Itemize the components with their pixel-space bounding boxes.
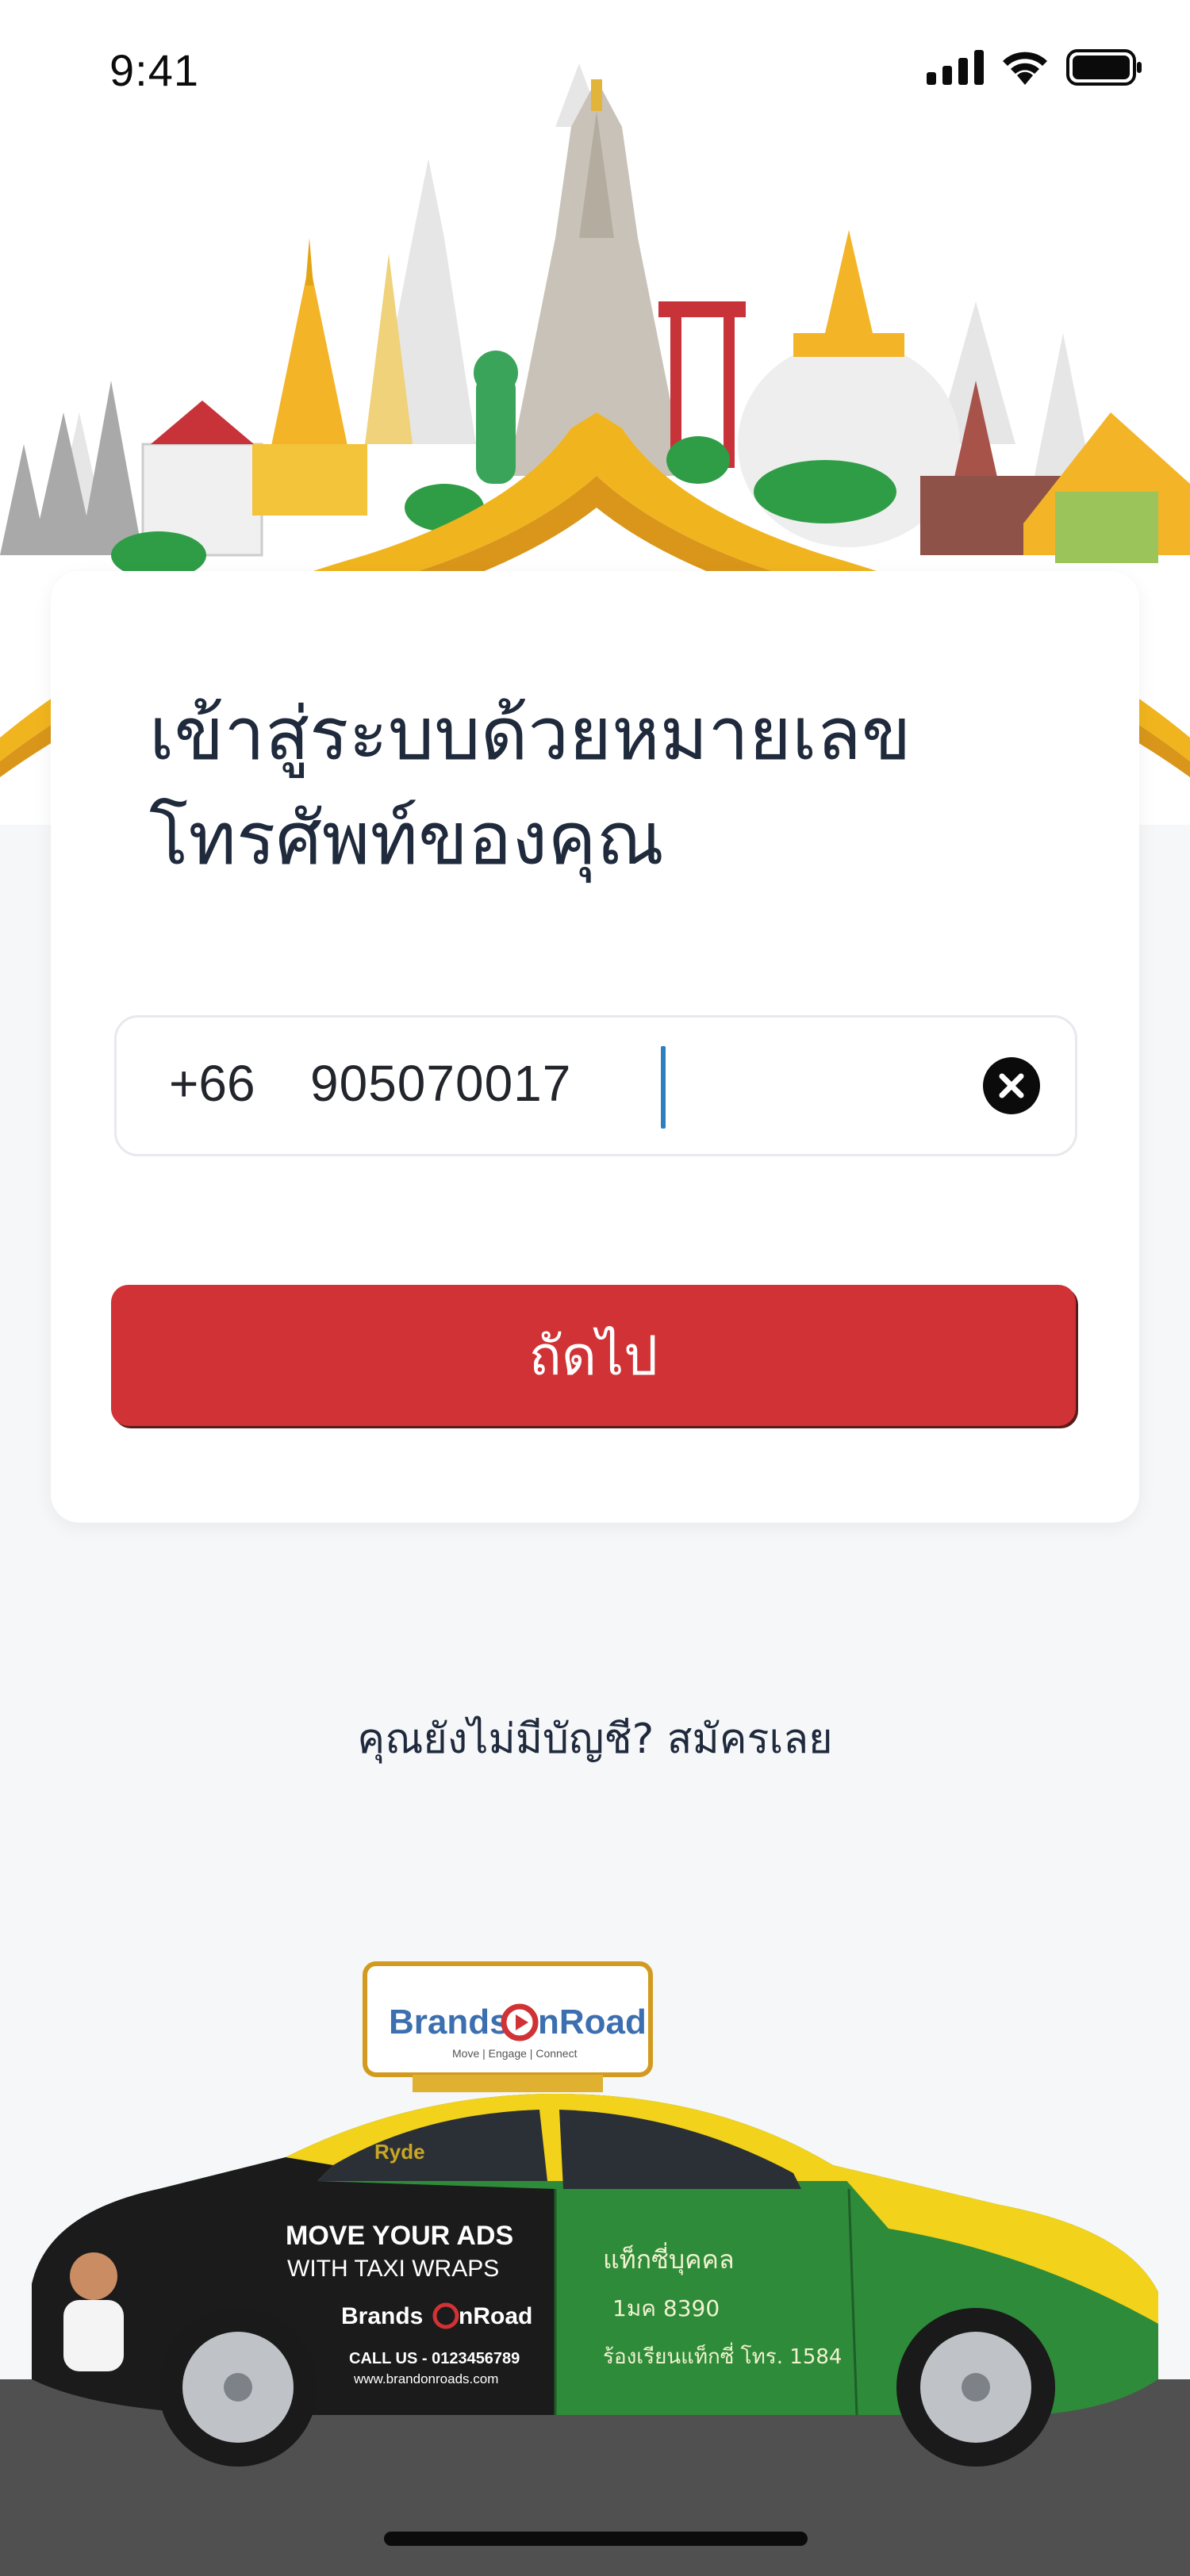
ad-headline-2: WITH TAXI WRAPS <box>287 2256 499 2282</box>
clear-input-button[interactable] <box>983 1057 1040 1114</box>
door-text-3: ร้องเรียนแท็กซี่ โทร. 1584 <box>603 2342 842 2369</box>
roof-sign-brand-right: nRoad <box>538 2003 647 2041</box>
status-time: 9:41 <box>109 45 199 95</box>
close-icon <box>999 1073 1024 1098</box>
ad-brand-left: Brands <box>341 2303 423 2329</box>
roof-sign-tagline: Move | Engage | Connect <box>452 2047 578 2060</box>
status-bar: 9:41 <box>0 0 1190 143</box>
rear-wheel <box>159 2308 317 2467</box>
door-text-1: แท็กซี่บุคคล <box>603 2242 735 2275</box>
login-card: เข้าสู่ระบบด้วยหมายเลข โทรศัพท์ของคุณ +6… <box>51 571 1139 1523</box>
login-title: เข้าสู่ระบบด้วยหมายเลข โทรศัพท์ของคุณ <box>149 682 1061 891</box>
door-text-2: 1มค 8390 <box>612 2295 720 2321</box>
status-icons <box>927 49 1142 86</box>
ad-headline-1: MOVE YOUR ADS <box>286 2221 513 2251</box>
front-wheel <box>896 2308 1055 2467</box>
battery-icon <box>1066 49 1142 86</box>
ad-brand-right: nRoad <box>459 2303 532 2329</box>
phone-input-field[interactable]: +66 905070017 <box>114 1015 1077 1156</box>
signup-row: คุณยังไม่มีบัญชี? สมัครเลย <box>0 1705 1190 1771</box>
window-ad-text: Ryde <box>374 2140 425 2164</box>
cellular-signal-icon <box>927 50 984 85</box>
country-code[interactable]: +66 <box>169 1054 255 1113</box>
text-caret <box>661 1046 666 1129</box>
phone-number-input[interactable]: 905070017 <box>310 1054 571 1113</box>
ad-website: www.brandonroads.com <box>353 2371 498 2386</box>
next-button[interactable]: ถัดไป <box>111 1285 1076 1426</box>
ad-call: CALL US - 0123456789 <box>349 2350 520 2367</box>
login-title-line2: โทรศัพท์ของคุณ <box>149 796 665 881</box>
taxi-ad-illustration: Brands nRoad Move | Engage | Connect MOV… <box>32 1961 1158 2467</box>
signup-link[interactable]: สมัครเลย <box>667 1715 833 1763</box>
login-screen: 9:41 เข้าสู่ระบบด้วยหมายเลข โทรศัพท์ของค… <box>0 0 1190 2576</box>
home-indicator[interactable] <box>384 2532 808 2546</box>
signup-prompt: คุณยังไม่มีบัญชี? <box>357 1715 654 1763</box>
roof-sign-brand-left: Brands <box>389 2003 509 2041</box>
wifi-icon <box>1003 52 1047 85</box>
login-title-line1: เข้าสู่ระบบด้วยหมายเลข <box>149 692 912 776</box>
